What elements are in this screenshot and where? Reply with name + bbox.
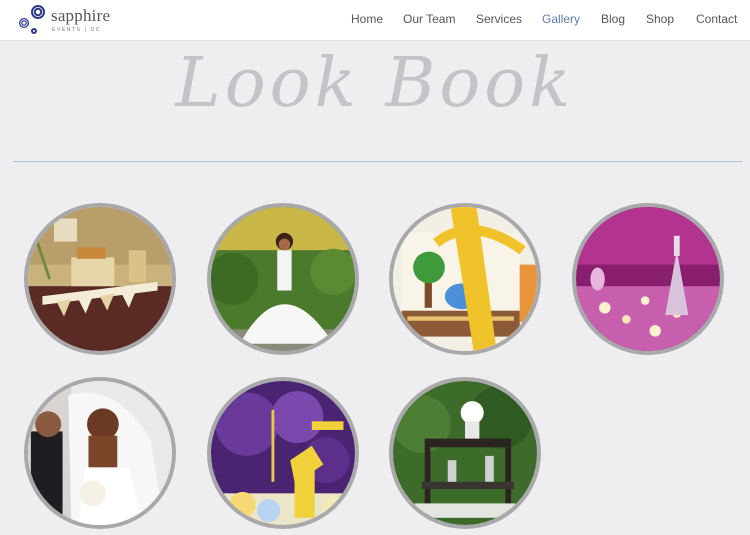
outdoor-buffet-photo bbox=[393, 381, 537, 525]
invitation-with-ribbon-photo bbox=[393, 207, 537, 351]
nav-contact[interactable]: Contact bbox=[696, 12, 737, 26]
nav-blog[interactable]: Blog bbox=[601, 12, 625, 26]
dessert-table-photo bbox=[28, 207, 172, 351]
bride-in-garden-photo bbox=[211, 207, 355, 351]
nav-services[interactable]: Services bbox=[476, 12, 522, 26]
purple-pompom-party-photo bbox=[211, 381, 355, 525]
gallery-item-candlelit-table[interactable] bbox=[572, 203, 724, 355]
site-header: sapphire EVENTS | DC Home Our Team Servi… bbox=[0, 0, 750, 41]
title-divider bbox=[13, 161, 742, 162]
gallery-item-purple-party[interactable] bbox=[207, 377, 359, 529]
main-nav: Home Our Team Services Gallery Blog Shop… bbox=[0, 12, 750, 28]
gallery-item-dessert-table[interactable] bbox=[24, 203, 176, 355]
candlelit-table-photo bbox=[576, 207, 720, 351]
nav-our-team[interactable]: Our Team bbox=[403, 12, 455, 26]
nav-gallery[interactable]: Gallery bbox=[542, 12, 580, 26]
gallery-item-bride-garden[interactable] bbox=[207, 203, 359, 355]
gallery-item-outdoor-buffet[interactable] bbox=[389, 377, 541, 529]
gallery-item-invitation[interactable] bbox=[389, 203, 541, 355]
bride-with-veil-photo bbox=[28, 381, 172, 525]
nav-shop[interactable]: Shop bbox=[646, 12, 674, 26]
nav-home[interactable]: Home bbox=[351, 12, 383, 26]
gallery-item-bride-veil[interactable] bbox=[24, 377, 176, 529]
page-title: Look Book bbox=[175, 44, 575, 123]
